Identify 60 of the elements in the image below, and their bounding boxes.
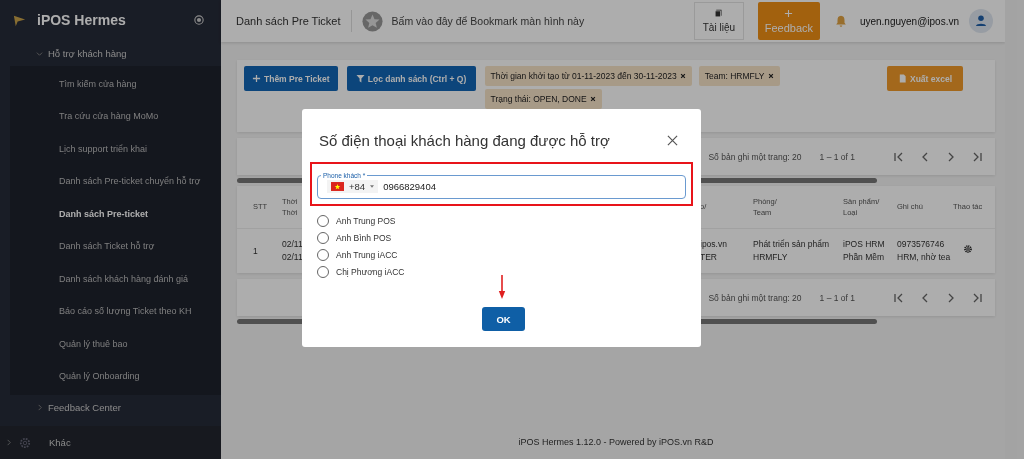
sidebar-item[interactable]: Tìm kiếm cửa hàng — [10, 67, 221, 101]
avatar-icon[interactable] — [969, 9, 993, 33]
filter-chip[interactable]: Trạng thái: OPEN, DONE — [484, 89, 602, 109]
filter-chip[interactable]: Team: HRMFLY — [698, 66, 780, 86]
table-cell: 02/11 02/11 — [282, 239, 303, 262]
page-size-label: Số bản ghi một trang: 20 — [708, 292, 802, 303]
document-icon — [714, 9, 724, 18]
gear-icon — [18, 435, 32, 450]
user-email: uyen.nguyen@ipos.vn — [859, 15, 959, 27]
last-page-icon[interactable] — [971, 150, 983, 163]
sidebar-item[interactable]: Danh sách khách hàng đánh giá — [10, 262, 221, 296]
sidebar-group[interactable]: Hỗ trợ khách hàng — [48, 47, 127, 59]
option-label[interactable]: Anh Bình POS — [336, 233, 392, 243]
collapse-toggle-icon[interactable] — [194, 15, 204, 26]
sidebar-item[interactable]: Quản lý Onboarding — [10, 360, 221, 393]
sidebar-item[interactable]: Báo cáo số lượng Ticket theo KH — [10, 295, 221, 328]
arrow-icon — [498, 273, 506, 301]
page-range: 1 – 1 of 1 — [819, 292, 855, 303]
filter-button[interactable]: Lọc danh sách (Ctrl + Q) — [346, 66, 476, 91]
table-cell: 1 — [253, 245, 258, 256]
page-range: 1 – 1 of 1 — [819, 151, 855, 162]
flag-icon — [331, 182, 344, 191]
table-cell: ipos.vn TER — [700, 239, 727, 262]
caret-icon[interactable] — [370, 185, 375, 188]
filter-icon — [355, 74, 365, 83]
sidebar-item[interactable]: Quản lý thuê bao — [10, 327, 221, 361]
sidebar-group[interactable]: Feedback Center — [48, 401, 121, 413]
brand-name: iPOS Hermes — [37, 12, 127, 29]
remove-icon[interactable] — [589, 96, 596, 102]
first-page-icon[interactable] — [893, 150, 905, 163]
sidebar-item[interactable]: Lịch support triển khai — [10, 132, 221, 166]
page-title: Danh sách Pre Ticket — [236, 15, 341, 27]
filter-chip[interactable]: Thời gian khởi tạo từ 01-11-2023 đến 30-11-2023 — [484, 66, 692, 86]
page-size-label: Số bản ghi một trang: 20 — [708, 151, 802, 162]
bookmark-link[interactable]: Bấm vào đây để Bookmark màn hình này — [391, 15, 585, 27]
plus-icon — [252, 74, 261, 83]
sidebar-item[interactable]: Danh sách Pre-ticket — [10, 197, 221, 231]
last-page-icon[interactable] — [971, 291, 983, 304]
remove-icon[interactable] — [767, 73, 774, 79]
add-button[interactable]: Thêm Pre Ticket — [244, 66, 338, 91]
sidebar-item[interactable]: Danh sách Pre-ticket chuyển hỗ trợ — [10, 165, 221, 198]
first-page-icon[interactable] — [893, 291, 905, 304]
sidebar-item[interactable]: Danh sách Ticket hỗ trợ — [10, 230, 221, 263]
option-label[interactable]: Anh Trung iACC — [336, 250, 398, 260]
ok-button[interactable]: OK — [482, 307, 525, 331]
table-cell: Phát triển sản phẩm HRMFLY — [753, 239, 830, 262]
sidebar-group[interactable]: Khác — [49, 437, 71, 449]
option-label[interactable]: Anh Trung POS — [336, 216, 396, 226]
footer-text: iPOS Hermes 1.12.0 - Powered by iPOS.vn R&D — [517, 437, 715, 449]
gear-icon[interactable] — [963, 244, 973, 255]
docs-button[interactable]: Tài liệu — [693, 2, 744, 40]
plus-icon — [784, 8, 794, 18]
table-cell: iPOS HRM Phần Mềm — [843, 239, 885, 262]
dialog-title: Số điện thoại khách hàng đang được hỗ trợ — [319, 131, 610, 149]
table-cell: 0973576746 HRM, nhờ tea — [897, 239, 951, 262]
close-icon[interactable] — [667, 134, 678, 146]
document-icon — [897, 74, 907, 83]
option-label[interactable]: Chị Phương iACC — [336, 267, 405, 277]
sidebar-item[interactable]: Tra cứu cửa hàng MoMo — [10, 100, 221, 133]
remove-icon[interactable] — [679, 73, 686, 79]
